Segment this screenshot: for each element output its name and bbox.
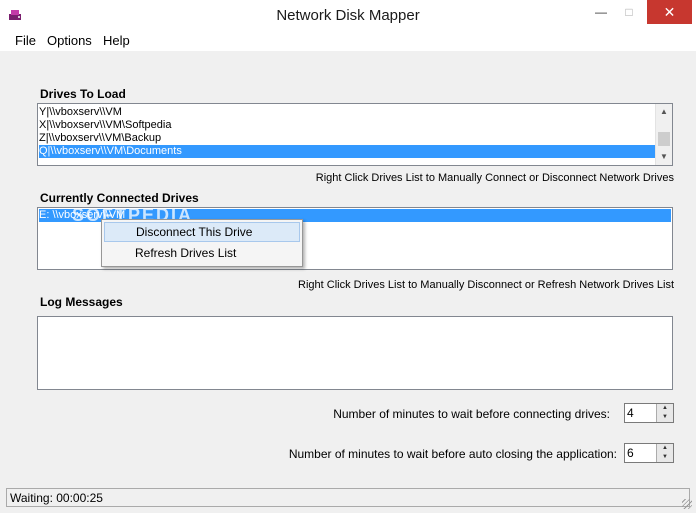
list-item[interactable]: X|\\vboxserv\\VM\Softpedia <box>39 119 655 132</box>
scroll-thumb[interactable] <box>658 132 670 146</box>
close-button[interactable]: ✕ <box>647 0 692 24</box>
list-item-selected[interactable]: Q|\\vboxserv\\VM\Documents <box>39 145 655 158</box>
spin-up-icon[interactable]: ▲ <box>656 444 673 453</box>
status-text: Waiting: 00:00:25 <box>10 491 103 505</box>
drives-to-load-hint: Right Click Drives List to Manually Conn… <box>315 172 674 184</box>
log-messages-box[interactable] <box>37 316 673 390</box>
resize-grip-icon[interactable] <box>682 499 692 509</box>
menu-options[interactable]: Options <box>47 33 92 48</box>
menu-file[interactable]: File <box>15 33 36 48</box>
disconnect-drive-menu-item[interactable]: Disconnect This Drive <box>104 222 300 242</box>
connect-wait-label: Number of minutes to wait before connect… <box>333 407 610 421</box>
minimize-button[interactable]: — <box>588 0 614 24</box>
status-bar: Waiting: 00:00:25 <box>0 486 696 513</box>
log-messages-label: Log Messages <box>40 295 123 309</box>
list-item[interactable]: Z|\\vboxserv\\VM\Backup <box>39 132 655 145</box>
title-bar[interactable]: Network Disk Mapper — □ ✕ <box>0 0 696 31</box>
spin-down-icon[interactable]: ▼ <box>656 453 673 462</box>
scroll-down-icon[interactable]: ▼ <box>656 149 672 165</box>
connected-drives-label: Currently Connected Drives <box>40 191 199 205</box>
main-window: Network Disk Mapper — □ ✕ File Options H… <box>0 0 696 513</box>
close-wait-stepper[interactable]: ▲ ▼ <box>624 443 674 463</box>
drives-to-load-label: Drives To Load <box>40 87 126 101</box>
close-wait-input[interactable] <box>627 445 657 461</box>
connect-wait-stepper[interactable]: ▲ ▼ <box>624 403 674 423</box>
maximize-button[interactable]: □ <box>616 0 642 24</box>
close-wait-label: Number of minutes to wait before auto cl… <box>288 447 617 461</box>
connect-wait-input[interactable] <box>627 405 657 421</box>
spin-up-icon[interactable]: ▲ <box>656 404 673 413</box>
menu-bar: File Options Help <box>0 31 696 51</box>
drives-to-load-list[interactable]: Y|\\vboxserv\\VM X|\\vboxserv\\VM\Softpe… <box>37 103 673 166</box>
drives-list-scrollbar[interactable]: ▲ ▼ <box>655 104 672 165</box>
connected-drives-hint: Right Click Drives List to Manually Disc… <box>298 279 674 291</box>
context-menu: Disconnect This Drive Refresh Drives Lis… <box>101 219 303 267</box>
status-panel: Waiting: 00:00:25 <box>6 488 690 507</box>
scroll-up-icon[interactable]: ▲ <box>656 104 672 120</box>
spin-down-icon[interactable]: ▼ <box>656 413 673 422</box>
list-item[interactable]: Y|\\vboxserv\\VM <box>39 106 655 119</box>
refresh-drives-menu-item[interactable]: Refresh Drives List <box>104 243 300 263</box>
menu-help[interactable]: Help <box>103 33 130 48</box>
